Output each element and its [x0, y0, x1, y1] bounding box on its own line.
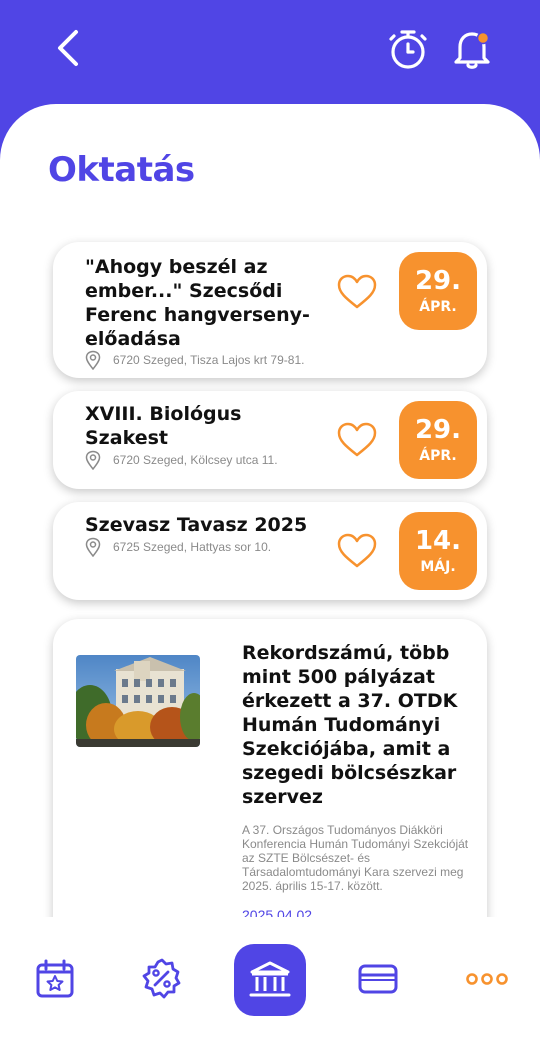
event-date-badge: 29. ÁPR.: [399, 401, 477, 479]
chevron-left-icon: [58, 30, 78, 66]
news-image: [76, 655, 200, 747]
tab-card[interactable]: [356, 957, 400, 1001]
event-day: 14.: [414, 526, 462, 556]
favorite-button[interactable]: [337, 533, 377, 569]
event-location: 6720 Szeged, Kölcsey utca 11.: [85, 450, 278, 470]
calendar-star-icon: [36, 959, 74, 998]
heart-icon: [337, 274, 377, 309]
event-location: 6720 Szeged, Tisza Lajos krt 79-81.: [85, 350, 304, 370]
tab-events[interactable]: [33, 957, 77, 1001]
event-title: XVIII. Biológus Szakest: [85, 403, 242, 449]
event-month: ÁPR.: [419, 448, 457, 464]
favorite-button[interactable]: [337, 274, 377, 310]
event-location: 6725 Szeged, Hattyas sor 10.: [85, 537, 271, 557]
event-title: "Ahogy beszél az ember..." Szecsődi Fere…: [85, 256, 310, 350]
notification-dot: [476, 31, 490, 45]
event-card[interactable]: Szevasz Tavasz 2025 6725 Szeged, Hattyas…: [53, 502, 487, 600]
event-location-text: 6720 Szeged, Tisza Lajos krt 79-81.: [113, 353, 305, 367]
card-icon: [358, 964, 398, 994]
event-month: ÁPR.: [419, 299, 457, 315]
event-date-badge: 14. MÁJ.: [399, 512, 477, 590]
discount-icon: [142, 958, 181, 999]
location-pin-icon: [85, 450, 101, 470]
tab-education[interactable]: [234, 944, 306, 1016]
back-button[interactable]: [48, 26, 92, 70]
location-pin-icon: [85, 537, 101, 557]
event-card[interactable]: XVIII. Biológus Szakest 6720 Szeged, Köl…: [53, 391, 487, 489]
news-description: A 37. Országos Tudományos Diákköri Konfe…: [242, 823, 469, 893]
event-day: 29.: [414, 266, 462, 296]
university-icon: [249, 961, 291, 997]
favorite-button[interactable]: [337, 422, 377, 458]
page-title: Oktatás: [48, 150, 195, 190]
event-day: 29.: [414, 415, 462, 445]
heart-icon: [337, 422, 377, 457]
event-title: Szevasz Tavasz 2025: [85, 514, 308, 536]
timer-button[interactable]: [386, 26, 430, 72]
event-card[interactable]: "Ahogy beszél az ember..." Szecsődi Fere…: [53, 242, 487, 378]
event-location-text: 6725 Szeged, Hattyas sor 10.: [113, 540, 272, 554]
tab-discounts[interactable]: [140, 957, 184, 1001]
notifications-button[interactable]: [450, 26, 494, 72]
news-card[interactable]: Rekordszámú, több mint 500 pályázat érke…: [53, 619, 487, 949]
news-title: Rekordszámú, több mint 500 pályázat érke…: [242, 642, 458, 808]
event-month: MÁJ.: [420, 559, 456, 575]
location-pin-icon: [85, 350, 101, 370]
event-date-badge: 29. ÁPR.: [399, 252, 477, 330]
more-icon: [466, 973, 508, 985]
tab-more[interactable]: [464, 957, 510, 1001]
stopwatch-icon: [389, 30, 427, 69]
heart-icon: [337, 533, 377, 568]
event-location-text: 6720 Szeged, Kölcsey utca 11.: [113, 453, 278, 467]
bottom-tab-bar: [0, 917, 540, 1041]
bell-icon: [454, 31, 490, 69]
